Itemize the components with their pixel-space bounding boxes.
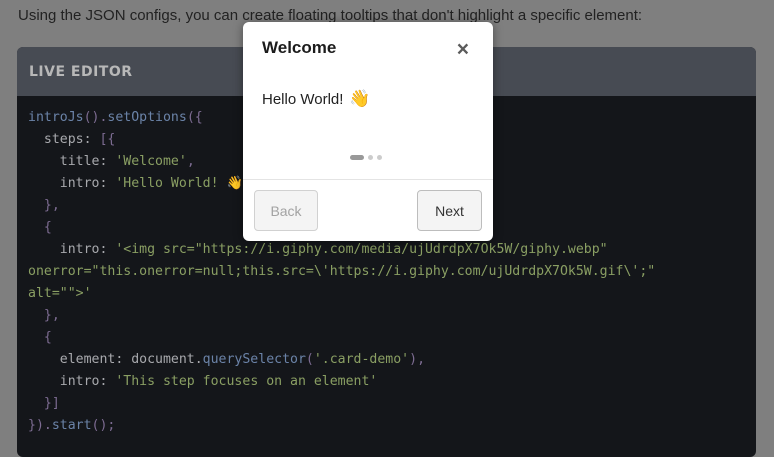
code-token: ),: [409, 352, 426, 367]
tooltip-divider: [243, 179, 493, 180]
tooltip-text: Hello World!: [262, 90, 344, 108]
code-token: introJs: [28, 110, 84, 125]
code-line: }).start();: [28, 415, 655, 437]
close-icon[interactable]: ×: [457, 37, 469, 63]
code-token: intro:: [28, 242, 116, 257]
code-token: }).: [28, 418, 52, 433]
code-token: {: [28, 330, 52, 345]
code-line: intro: 'This step focuses on an element': [28, 371, 655, 393]
code-token: start: [51, 418, 92, 433]
code-token: ();: [91, 418, 116, 433]
code-token: ,: [186, 154, 195, 169]
back-button[interactable]: Back: [254, 190, 318, 231]
code-token: setOptions: [107, 110, 187, 125]
step-bullets: [350, 155, 382, 160]
code-token: onerror="this.onerror=null;this.src=\'ht…: [28, 264, 656, 279]
code-token: },: [28, 308, 60, 323]
code-token: },: [28, 198, 60, 213]
code-token: (: [305, 352, 314, 367]
step-bullet[interactable]: [377, 155, 382, 160]
step-bullet[interactable]: [350, 155, 364, 160]
code-token: alt="">': [28, 286, 92, 301]
tour-tooltip: Welcome × Hello World! 👋 Back Next: [243, 22, 493, 241]
code-token: '.card-demo': [313, 352, 410, 367]
code-token: '<img src="https://i.giphy.com/media/ujU…: [115, 242, 608, 257]
tooltip-title: Welcome: [262, 38, 337, 57]
code-line: }]: [28, 393, 655, 415]
waving-hand-icon: 👋: [349, 89, 371, 108]
code-token: 'Hello World! 👋': [115, 176, 251, 191]
code-line: alt="">': [28, 283, 655, 305]
code-token: querySelector: [202, 352, 306, 367]
code-token: {: [28, 220, 52, 235]
code-line: onerror="this.onerror=null;this.src=\'ht…: [28, 261, 655, 283]
code-token: element: document.: [28, 352, 203, 367]
tooltip-body: Hello World! 👋: [262, 89, 371, 109]
code-token: ({: [186, 110, 203, 125]
code-token: ().: [83, 110, 108, 125]
code-line: element: document.querySelector('.card-d…: [28, 349, 655, 371]
code-token: 'Welcome': [115, 154, 187, 169]
code-token: title:: [28, 154, 116, 169]
code-line: {: [28, 327, 655, 349]
code-line: },: [28, 305, 655, 327]
code-token: steps:: [28, 132, 100, 147]
next-button[interactable]: Next: [417, 190, 482, 231]
code-line: intro: '<img src="https://i.giphy.com/me…: [28, 239, 655, 261]
code-token: }]: [28, 396, 60, 411]
code-token: intro:: [28, 176, 116, 191]
code-token: 'This step focuses on an element': [115, 374, 378, 389]
code-token: intro:: [28, 374, 116, 389]
step-bullet[interactable]: [368, 155, 373, 160]
code-token: [{: [99, 132, 116, 147]
